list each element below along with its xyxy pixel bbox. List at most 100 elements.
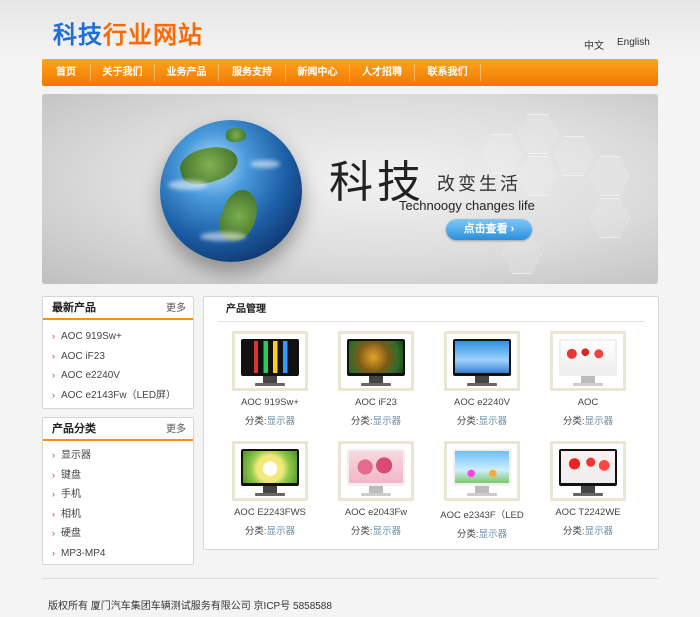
nav-contact[interactable]: 联系我们 xyxy=(415,59,480,86)
footer-divider xyxy=(42,578,658,579)
hero-banner[interactable]: 科技 改变生活 Technoogy changes life 点击查看 › xyxy=(42,94,658,284)
hexagon-decoration xyxy=(590,156,630,196)
panel-title: 产品管理 xyxy=(218,297,644,322)
product-name[interactable]: AOC e2240V xyxy=(432,397,532,408)
arrow-icon: › xyxy=(52,350,55,361)
nav-about[interactable]: 关于我们 xyxy=(91,59,154,86)
logo-text-primary: 科技 xyxy=(53,22,103,49)
nav-careers[interactable]: 人才招聘 xyxy=(350,59,414,86)
product-thumbnail[interactable] xyxy=(232,331,308,391)
monitor-image xyxy=(453,449,511,486)
product-thumbnail[interactable] xyxy=(232,441,308,501)
latest-products-list: › AOC 919Sw+ › AOC iF23 › AOC e2240V › AOC e… xyxy=(43,320,193,405)
arrow-icon: › xyxy=(52,489,55,499)
product-name[interactable]: AOC T2242WE xyxy=(538,507,638,518)
monitor-image xyxy=(241,339,299,376)
arrow-icon: › xyxy=(52,469,55,480)
product-thumbnail[interactable] xyxy=(338,441,414,501)
more-link[interactable]: 更多 xyxy=(166,418,186,441)
arrow-icon: › xyxy=(52,508,55,519)
nav-products[interactable]: 业务产品 xyxy=(155,59,218,86)
monitor-image xyxy=(241,449,299,486)
monitor-image xyxy=(559,449,617,486)
list-item[interactable]: › 键盘 xyxy=(52,466,193,486)
product-card[interactable]: AOC E2243FWS 分类:显示器 xyxy=(220,441,320,537)
hexagon-decoration xyxy=(482,134,522,174)
product-category: 分类:显示器 xyxy=(350,526,402,537)
main-nav: 首页 关于我们 业务产品 服务支持 新闻中心 人才招聘 联系我们 xyxy=(42,59,658,86)
product-card[interactable]: AOC iF23 分类:显示器 xyxy=(326,331,426,427)
product-card[interactable]: AOC e2043Fw 分类:显示器 xyxy=(326,441,426,537)
nav-divider xyxy=(480,64,481,81)
earth-globe-image xyxy=(160,120,302,262)
cloud xyxy=(168,180,208,190)
product-card[interactable]: AOC 分类:显示器 xyxy=(538,331,638,427)
latest-products-panel: 最新产品 更多 › AOC 919Sw+ › AOC iF23 › AOC e2240… xyxy=(42,296,194,409)
product-card[interactable]: AOC 919Sw+ 分类:显示器 xyxy=(220,331,320,427)
logo-text-secondary: 行业网站 xyxy=(103,22,203,49)
product-card[interactable]: AOC T2242WE 分类:显示器 xyxy=(538,441,638,537)
banner-english-slogan: Technoogy changes life xyxy=(399,198,535,213)
arrow-icon: › xyxy=(52,389,55,400)
panel-title: 最新产品 xyxy=(52,302,96,314)
list-item[interactable]: › AOC 919Sw+ xyxy=(52,327,193,347)
product-category: 分类:显示器 xyxy=(244,526,296,537)
product-thumbnail[interactable] xyxy=(550,441,626,501)
arrow-icon: › xyxy=(52,450,55,460)
arrow-icon: › xyxy=(52,370,55,380)
list-item[interactable]: › 相机 xyxy=(52,505,193,525)
monitor-image xyxy=(347,449,405,486)
product-management-panel: 产品管理 AOC 919Sw+ 分类:显示器 AOC iF23 分类:显示器 A… xyxy=(203,296,659,550)
nav-home[interactable]: 首页 xyxy=(42,59,90,86)
product-thumbnail[interactable] xyxy=(444,331,520,391)
list-item[interactable]: › AOC iF23 xyxy=(52,347,193,367)
product-categories-panel: 产品分类 更多 › 显示器 › 键盘 › 手机 › 相机 › 硬盘 › MP3-MP4 xyxy=(42,417,194,565)
hexagon-decoration xyxy=(518,114,558,154)
lang-english-link[interactable]: English xyxy=(617,37,650,48)
product-thumbnail[interactable] xyxy=(338,331,414,391)
hexagon-decoration xyxy=(590,198,630,238)
arrow-icon: › xyxy=(52,528,55,538)
hexagon-decoration xyxy=(502,234,542,274)
product-card[interactable]: AOC e2343F（LED 分类:显示器 xyxy=(432,441,532,540)
monitor-image xyxy=(453,339,511,376)
categories-list: › 显示器 › 键盘 › 手机 › 相机 › 硬盘 › MP3-MP4 xyxy=(43,441,193,563)
arrow-icon: › xyxy=(52,331,55,341)
product-category: 分类:显示器 xyxy=(562,526,614,537)
nav-support[interactable]: 服务支持 xyxy=(219,59,285,86)
panel-header: 产品分类 更多 xyxy=(43,418,193,441)
view-more-button[interactable]: 点击查看 › xyxy=(446,219,532,240)
product-thumbnail[interactable] xyxy=(550,331,626,391)
product-name[interactable]: AOC 919Sw+ xyxy=(220,397,320,408)
list-item[interactable]: › 手机 xyxy=(52,485,193,505)
site-logo[interactable]: 科技行业网站 xyxy=(53,15,203,50)
product-card[interactable]: AOC e2240V 分类:显示器 xyxy=(432,331,532,427)
panel-header: 最新产品 更多 xyxy=(43,297,193,320)
list-item[interactable]: › AOC e2143Fw（LED屏） xyxy=(52,386,193,406)
product-category: 分类:显示器 xyxy=(244,416,296,427)
list-item[interactable]: › 硬盘 xyxy=(52,524,193,544)
list-item[interactable]: › AOC e2240V xyxy=(52,366,193,386)
list-item[interactable]: › 显示器 xyxy=(52,446,193,466)
monitor-image xyxy=(347,339,405,376)
monitor-image xyxy=(559,339,617,376)
hexagon-decoration xyxy=(554,136,594,176)
product-category: 分类:显示器 xyxy=(456,529,508,540)
list-item[interactable]: › MP3-MP4 xyxy=(52,544,193,564)
product-name[interactable]: AOC e2343F（LED xyxy=(432,507,532,521)
product-category: 分类:显示器 xyxy=(350,416,402,427)
cloud xyxy=(200,232,246,241)
product-name[interactable]: AOC xyxy=(538,397,638,408)
product-thumbnail[interactable] xyxy=(444,441,520,501)
banner-subtitle: 改变生活 xyxy=(437,174,521,194)
product-name[interactable]: AOC iF23 xyxy=(326,397,426,408)
panel-title: 产品分类 xyxy=(52,423,96,435)
arrow-icon: › xyxy=(52,547,55,558)
product-name[interactable]: AOC e2043Fw xyxy=(326,507,426,518)
product-category: 分类:显示器 xyxy=(456,416,508,427)
product-name[interactable]: AOC E2243FWS xyxy=(220,507,320,518)
lang-chinese-link[interactable]: 中文 xyxy=(584,37,604,52)
product-category: 分类:显示器 xyxy=(562,416,614,427)
more-link[interactable]: 更多 xyxy=(166,297,186,320)
nav-news[interactable]: 新闻中心 xyxy=(286,59,349,86)
